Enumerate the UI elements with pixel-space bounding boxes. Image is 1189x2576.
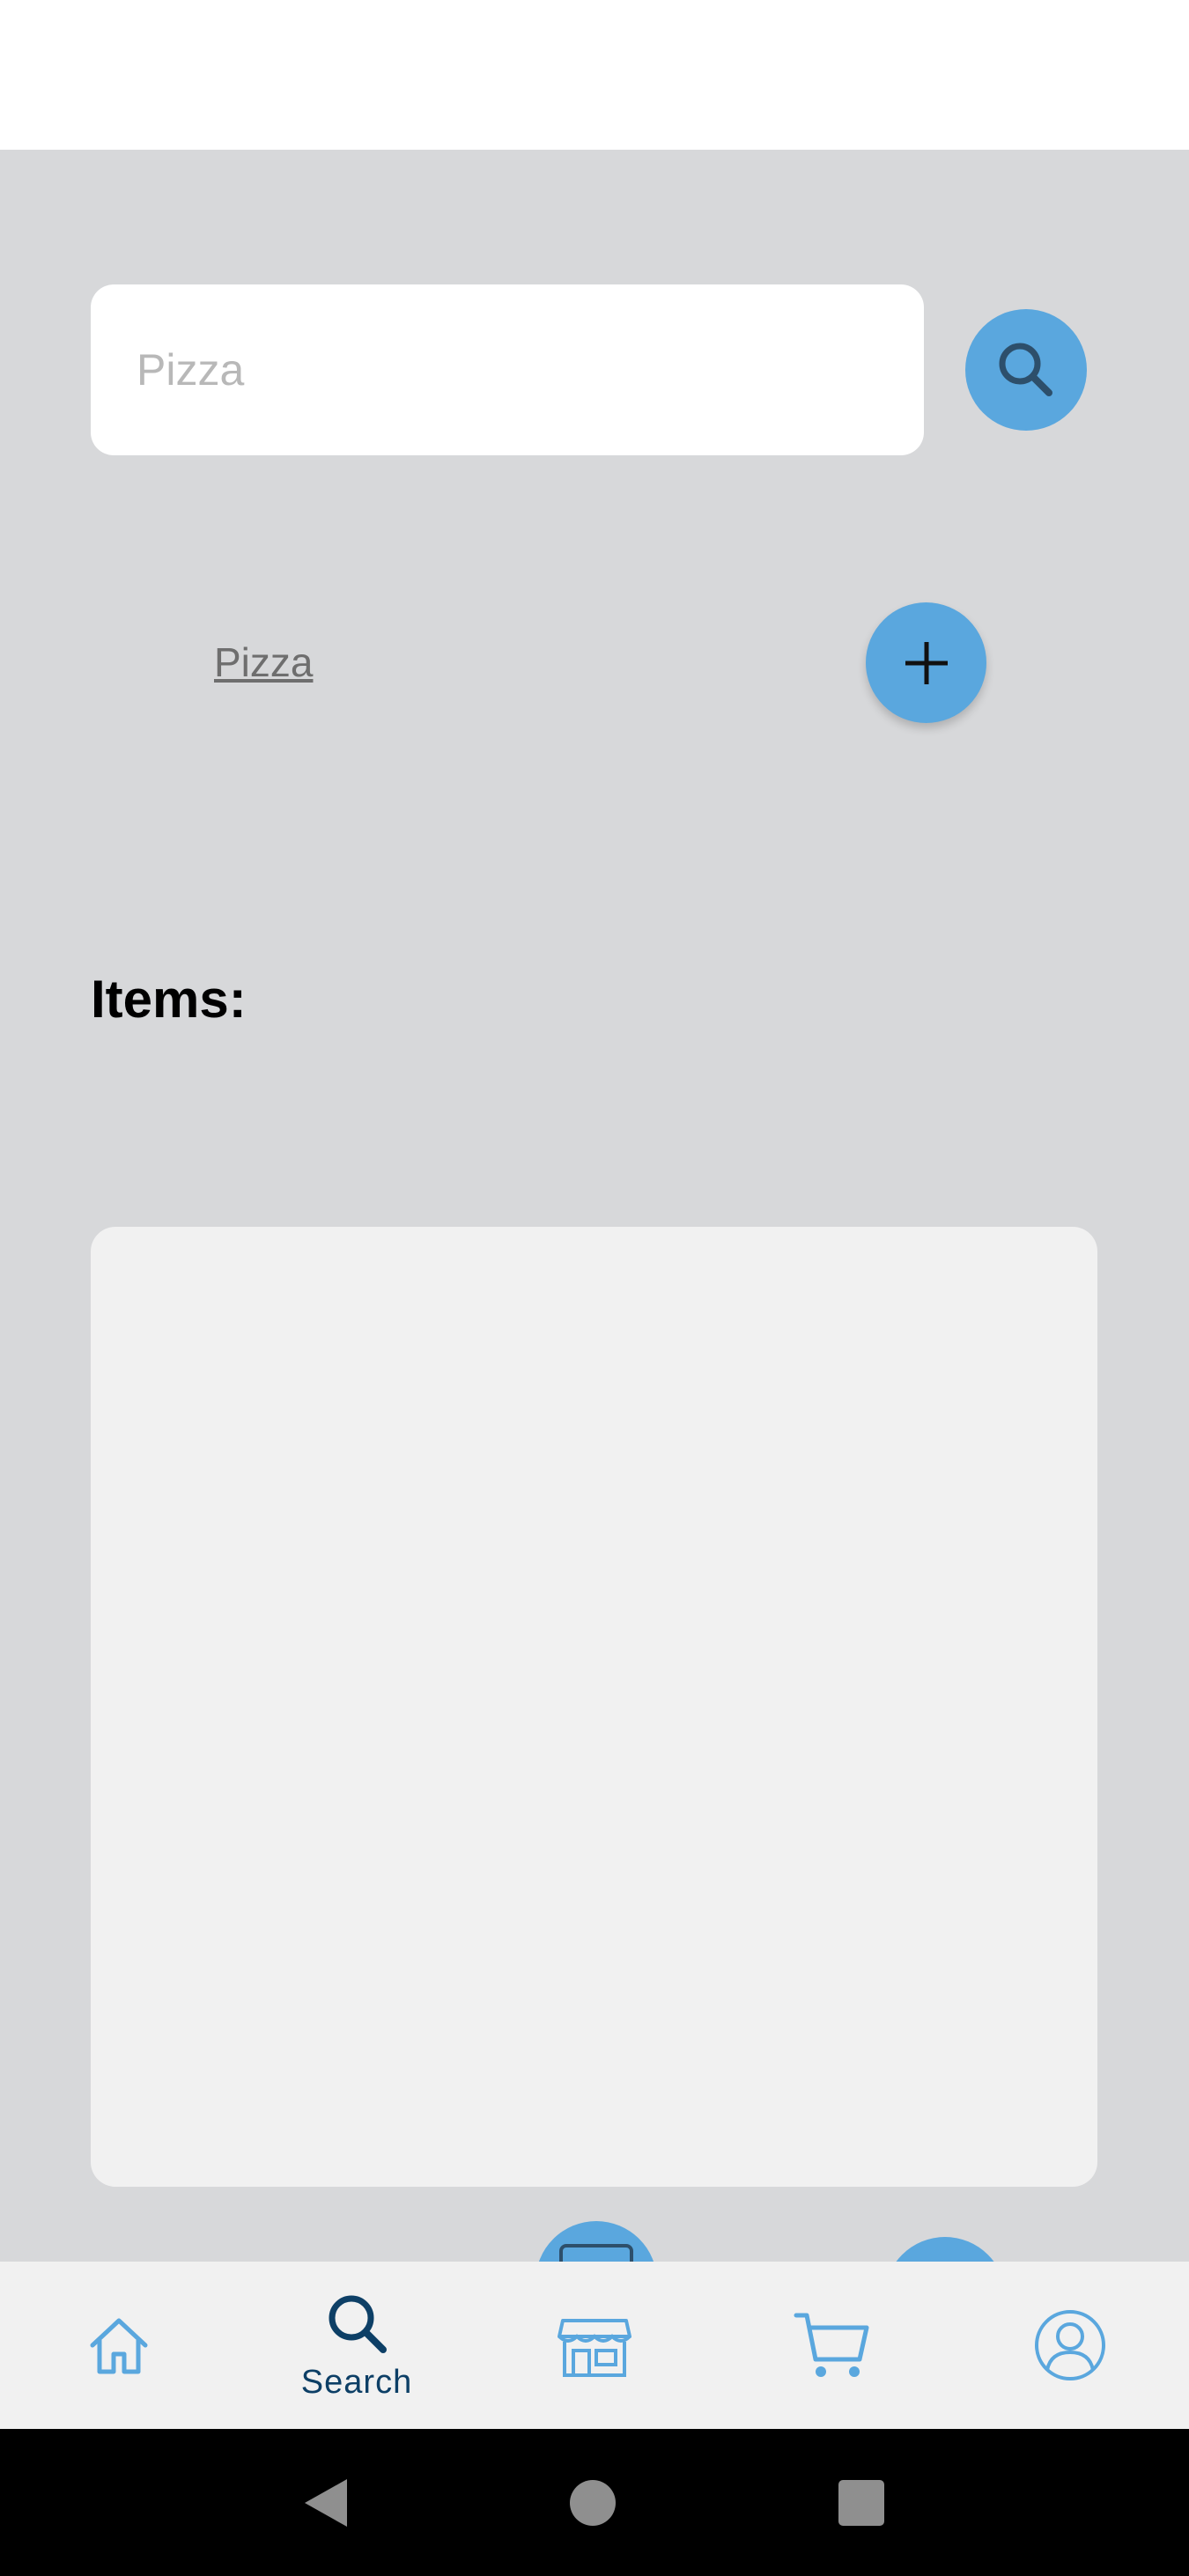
box-icon xyxy=(559,2244,633,2262)
bottom-navigation: Search xyxy=(0,2262,1189,2429)
nav-item-store[interactable] xyxy=(476,2262,713,2429)
search-input[interactable] xyxy=(137,344,924,395)
nav-item-cart[interactable] xyxy=(713,2262,951,2429)
plus-icon xyxy=(905,641,948,684)
search-icon xyxy=(999,343,1052,396)
status-bar xyxy=(0,0,1189,150)
result-link[interactable]: Pizza xyxy=(214,638,313,686)
main-content: Pizza Items: xyxy=(0,150,1189,2262)
recent-apps-icon[interactable] xyxy=(838,2479,884,2526)
items-list-panel xyxy=(91,1227,1097,2187)
search-icon xyxy=(329,2295,387,2353)
back-icon[interactable] xyxy=(305,2478,348,2527)
nav-item-profile[interactable] xyxy=(951,2262,1189,2429)
items-heading: Items: xyxy=(91,970,247,1029)
nav-label-search: Search xyxy=(300,2363,413,2401)
search-button[interactable] xyxy=(965,309,1087,431)
search-field[interactable] xyxy=(91,284,924,455)
add-button[interactable] xyxy=(866,602,986,723)
home-button-icon[interactable] xyxy=(569,2479,616,2526)
cart-icon xyxy=(794,2313,869,2377)
nav-item-home[interactable] xyxy=(0,2262,238,2429)
system-navigation-bar xyxy=(0,2429,1189,2576)
nav-item-search[interactable]: Search xyxy=(238,2262,476,2429)
home-icon xyxy=(90,2318,148,2374)
floating-action-button[interactable] xyxy=(884,2237,1006,2262)
store-icon xyxy=(558,2319,631,2377)
user-icon xyxy=(1035,2310,1105,2380)
floating-action-button[interactable] xyxy=(535,2221,657,2262)
